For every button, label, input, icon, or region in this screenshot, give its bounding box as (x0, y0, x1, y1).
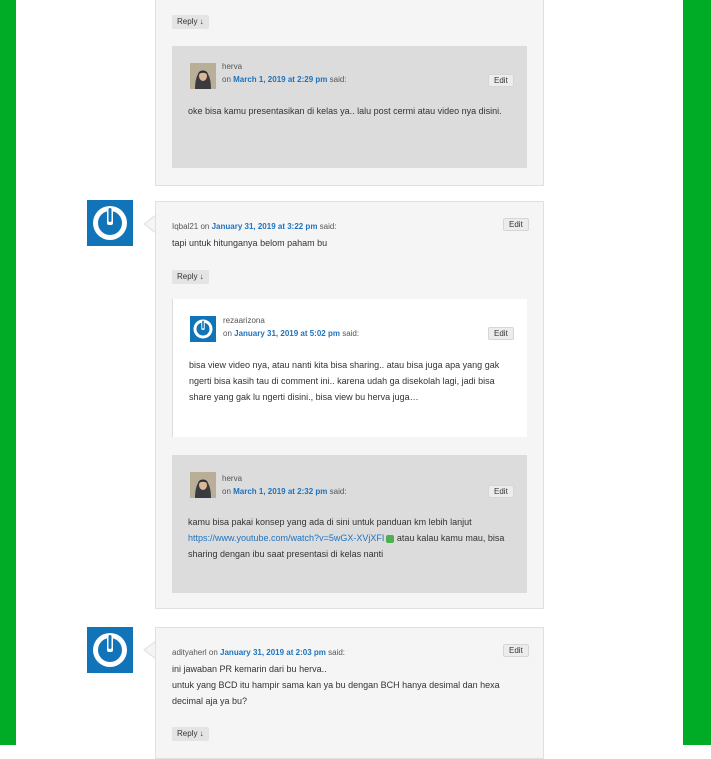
reply-card-herva-2: herva on March 1, 2019 at 2:32 pm said: … (172, 455, 527, 593)
comment-date-link[interactable]: January 31, 2019 at 2:03 pm (220, 648, 326, 657)
right-green-border (683, 0, 711, 745)
left-green-border (0, 0, 16, 745)
comment-author[interactable]: herva (222, 473, 242, 484)
comment-pointer (143, 641, 156, 659)
comment-author[interactable]: Iqbal21 (172, 222, 198, 231)
comment-meta: on March 1, 2019 at 2:29 pm said: (222, 75, 347, 84)
reply-button[interactable]: Reply ↓ (172, 15, 209, 29)
comment-meta: on January 31, 2019 at 5:02 pm said: (223, 329, 360, 338)
avatar[interactable] (190, 316, 216, 342)
comment-card-iqbal: Iqbal21 on January 31, 2019 at 3:22 pm s… (155, 201, 544, 609)
avatar[interactable] (87, 627, 133, 673)
reply-card-herva-1: herva on March 1, 2019 at 2:29 pm said: … (172, 46, 527, 168)
comment-author[interactable]: adityaherl (172, 648, 207, 657)
comment-body: ini jawaban PR kemarin dari bu herva.. u… (172, 664, 500, 706)
comment-date-link[interactable]: January 31, 2019 at 5:02 pm (234, 329, 340, 338)
youtube-link[interactable]: https://www.youtube.com/watch?v=5wGX-XVj… (188, 533, 384, 543)
comment-pointer (143, 215, 156, 233)
comment-date-link[interactable]: January 31, 2019 at 3:22 pm (212, 222, 318, 231)
power-icon (93, 633, 127, 667)
comment-date-link[interactable]: March 1, 2019 at 2:29 pm (233, 75, 327, 84)
edit-button[interactable]: Edit (503, 644, 529, 657)
avatar[interactable] (190, 472, 216, 498)
avatar[interactable] (87, 200, 133, 246)
edit-button[interactable]: Edit (488, 327, 514, 340)
comment-meta: adityaherl on January 31, 2019 at 2:03 p… (172, 648, 345, 657)
power-icon (93, 206, 127, 240)
comment-meta: Iqbal21 on January 31, 2019 at 3:22 pm s… (172, 222, 337, 231)
edit-button[interactable]: Edit (503, 218, 529, 231)
comment-body: bisa view video nya, atau nanti kita bis… (189, 360, 500, 402)
comment-author[interactable]: rezaarizona (223, 315, 265, 326)
comment-author[interactable]: herva (222, 61, 242, 72)
avatar[interactable] (190, 63, 216, 89)
comment-body: tapi untuk hitunganya belom paham bu (172, 238, 328, 248)
reply-card-rezaarizona: rezaarizona on January 31, 2019 at 5:02 … (172, 299, 527, 437)
comment-card-adityaherl: adityaherl on January 31, 2019 at 2:03 p… (155, 627, 544, 759)
comment-date-link[interactable]: March 1, 2019 at 2:32 pm (233, 487, 327, 496)
comment-body: oke bisa kamu presentasikan di kelas ya.… (188, 106, 502, 116)
comment-card-top: Reply ↓ herva on March 1, 2019 at 2:29 p… (155, 0, 544, 186)
power-icon (193, 319, 213, 339)
edit-button[interactable]: Edit (488, 74, 514, 87)
comment-body: kamu bisa pakai konsep yang ada di sini … (188, 517, 505, 559)
comment-meta: on March 1, 2019 at 2:32 pm said: (222, 487, 347, 496)
reply-button[interactable]: Reply ↓ (172, 727, 209, 741)
edit-button[interactable]: Edit (488, 485, 514, 498)
reply-button[interactable]: Reply ↓ (172, 270, 209, 284)
